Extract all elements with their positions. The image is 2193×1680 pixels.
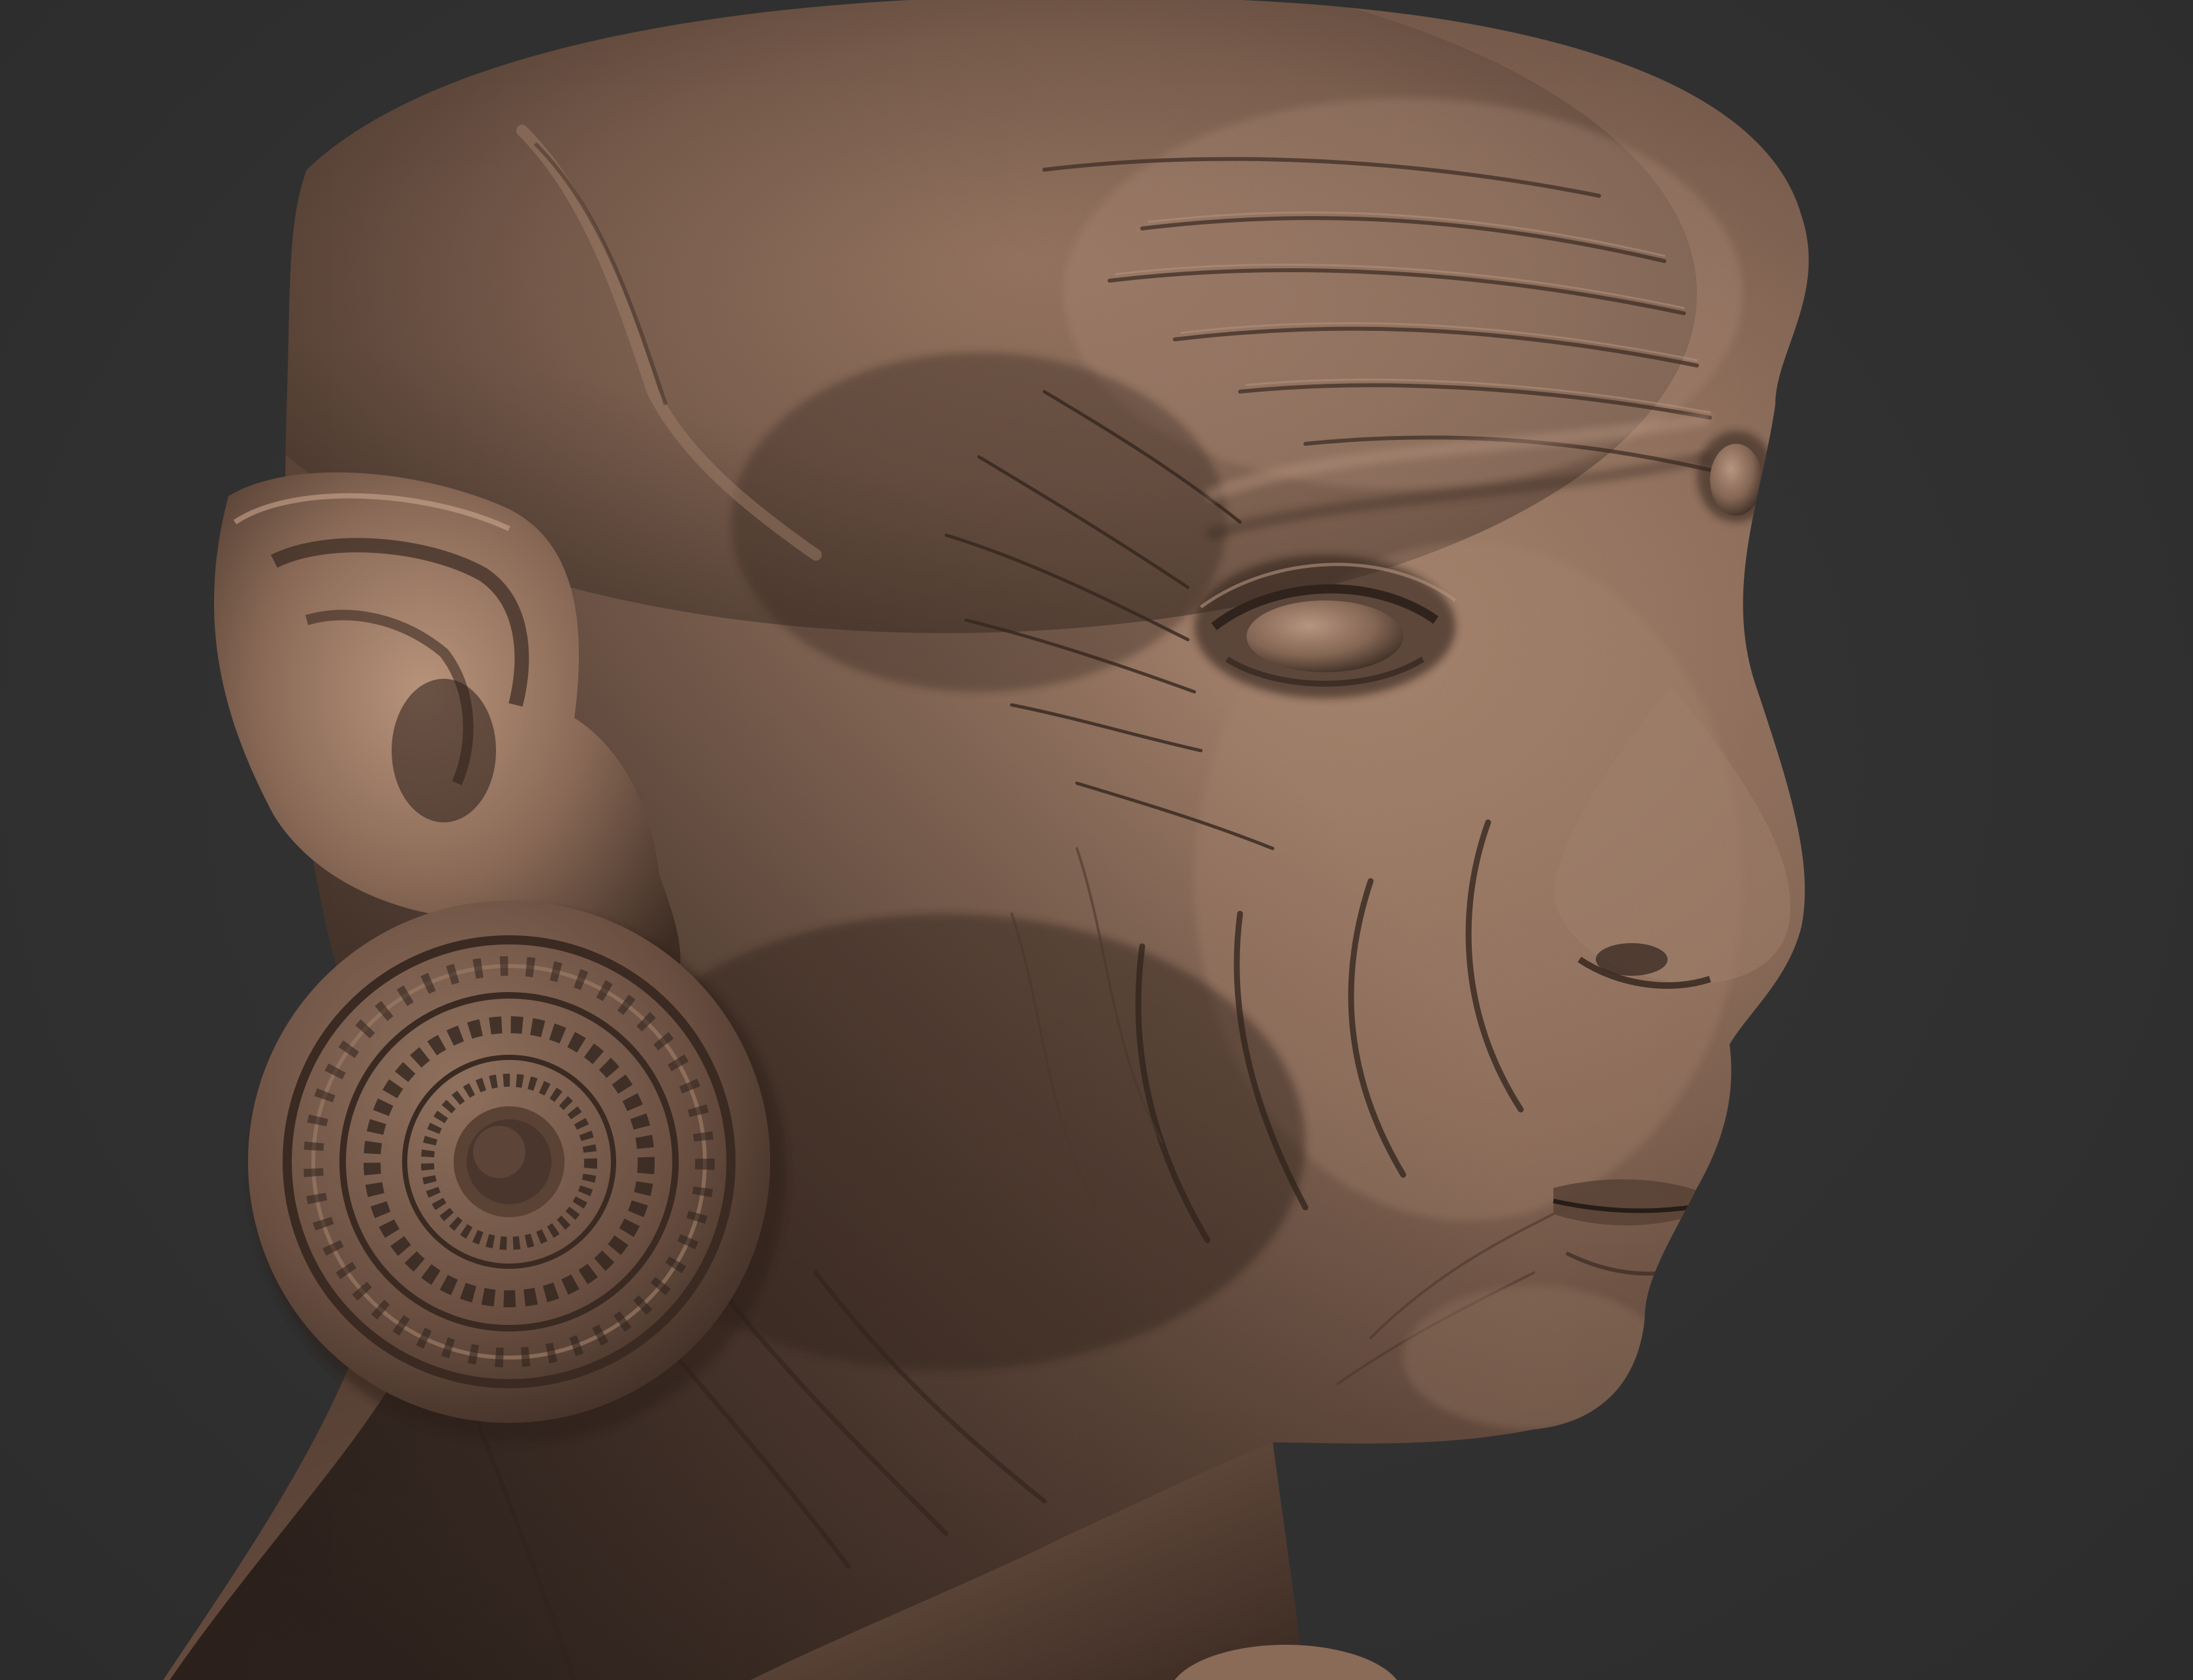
render-viewport	[0, 0, 2193, 1680]
sculpt-render	[163, 0, 1809, 1680]
